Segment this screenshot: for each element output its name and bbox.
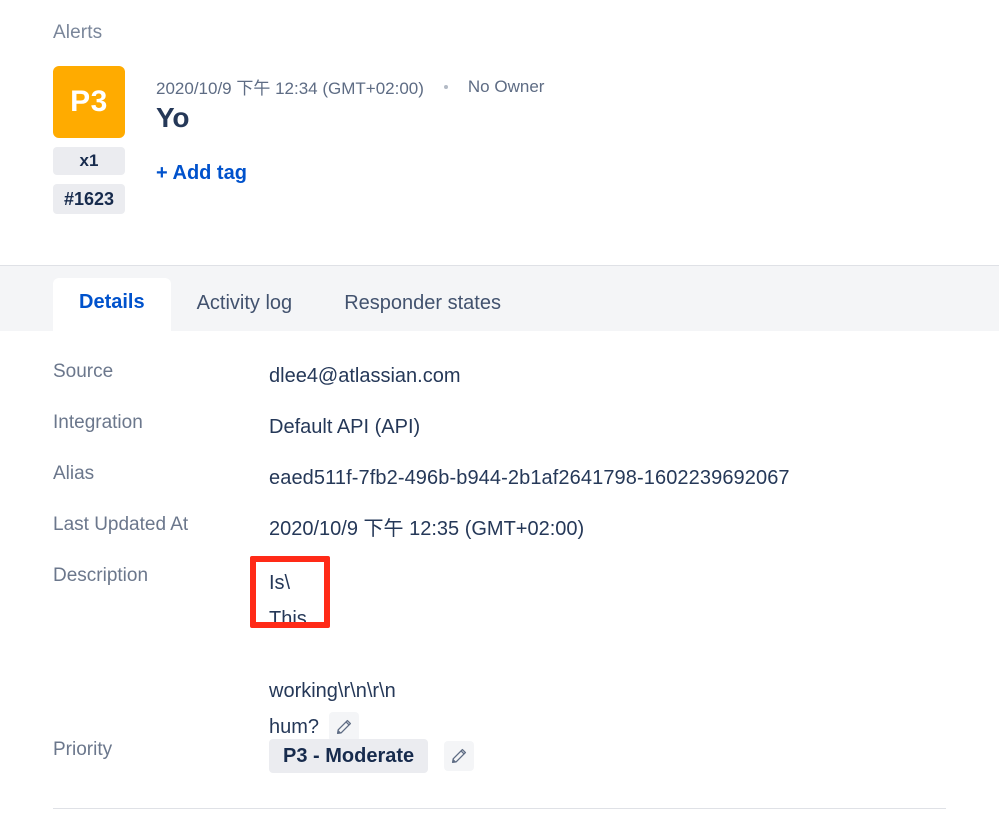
field-row-source: Source dlee4@atlassian.com [53, 361, 461, 392]
pencil-icon[interactable] [329, 712, 360, 742]
field-row-integration: Integration Default API (API) [53, 412, 420, 443]
priority-badge: P3 [53, 66, 125, 138]
field-label-priority: Priority [53, 739, 113, 760]
priority-chip: P3 - Moderate [269, 739, 429, 773]
alert-count-badge: x1 [53, 147, 125, 175]
field-value-source: dlee4@atlassian.com [269, 365, 461, 387]
pencil-icon[interactable] [444, 741, 475, 771]
field-row-last-updated: Last Updated At 2020/10/9 下午 12:35 (GMT+… [53, 514, 584, 545]
field-label-last-updated: Last Updated At [53, 514, 189, 535]
page-title: Yo [156, 102, 190, 133]
tab-responder-states[interactable]: Responder states [318, 279, 527, 331]
description-blank-line [269, 637, 396, 673]
tab-details[interactable]: Details [53, 278, 171, 332]
section-divider [53, 808, 946, 809]
field-label-alias: Alias [53, 463, 95, 484]
description-line-2: This [269, 608, 307, 630]
alert-detail-page: Alerts P3 x1 #1623 2020/10/9 下午 12:34 (G… [0, 0, 999, 821]
field-label-description: Description [53, 565, 149, 586]
field-value-integration: Default API (API) [269, 416, 421, 438]
tab-bar: Details Activity log Responder states [0, 265, 999, 332]
alert-id-badge: #1623 [53, 184, 125, 214]
alert-meta: 2020/10/9 下午 12:34 (GMT+02:00) No Owner [156, 74, 544, 99]
field-row-description: Description Is\ This working\r\n\r\n hum… [53, 565, 396, 745]
field-value-last-updated: 2020/10/9 下午 12:35 (GMT+02:00) [269, 518, 585, 540]
meta-separator-dot [443, 84, 448, 89]
tab-activity-log[interactable]: Activity log [171, 279, 319, 331]
field-value-description: Is\ This working\r\n\r\n hum? [269, 565, 396, 745]
field-label-integration: Integration [53, 412, 143, 433]
field-row-alias: Alias eaed511f-7fb2-496b-b944-2b1af26417… [53, 463, 790, 494]
description-line-1: Is\ [269, 572, 291, 594]
field-value-priority: P3 - Moderate [269, 739, 475, 773]
breadcrumb[interactable]: Alerts [53, 22, 102, 44]
alert-owner: No Owner [467, 76, 545, 96]
add-tag-button[interactable]: + Add tag [156, 162, 247, 185]
alert-timestamp: 2020/10/9 下午 12:34 (GMT+02:00) [156, 79, 424, 98]
description-line-3: working\r\n\r\n [269, 680, 396, 702]
field-row-priority: Priority P3 - Moderate [53, 739, 475, 773]
field-value-alias: eaed511f-7fb2-496b-b944-2b1af2641798-160… [269, 467, 790, 489]
field-label-source: Source [53, 361, 114, 382]
